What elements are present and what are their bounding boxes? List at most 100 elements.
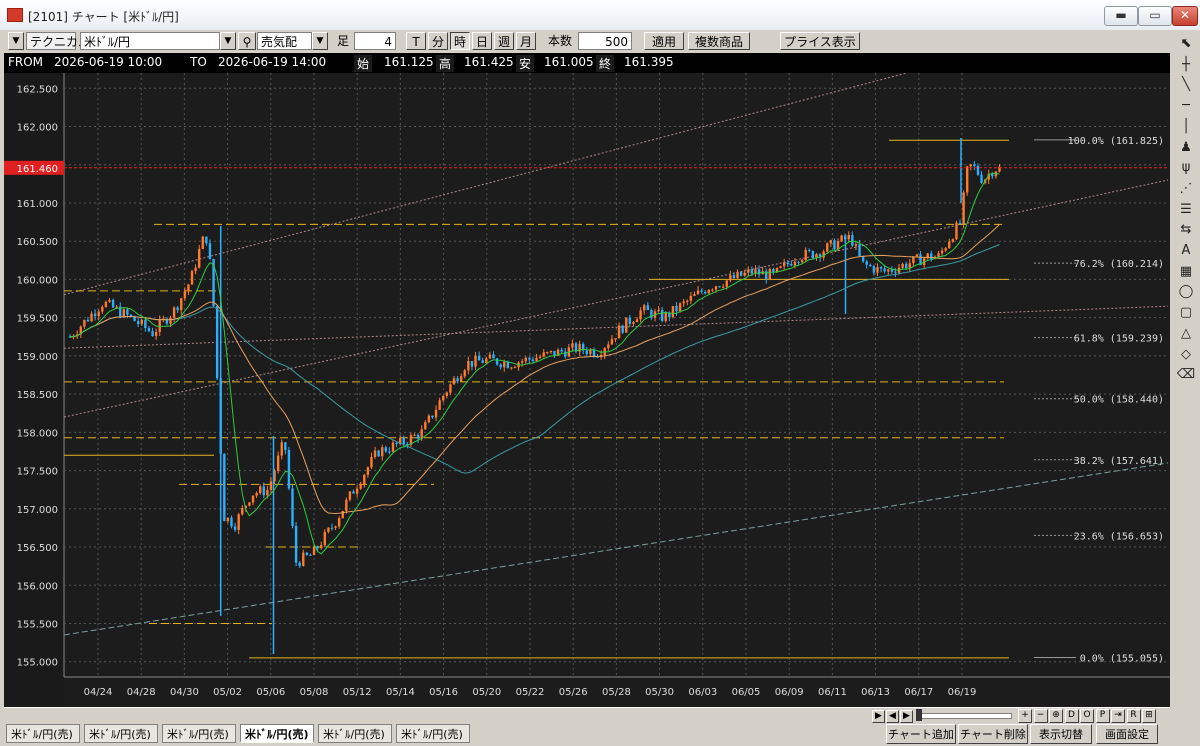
candle-body bbox=[276, 455, 280, 471]
symbol-select[interactable]: 米ﾄﾞﾙ/円 bbox=[80, 32, 220, 50]
candle-body bbox=[197, 248, 201, 268]
apply-button[interactable]: 適用 bbox=[644, 32, 684, 50]
fib-label: 0.0% (155.055) bbox=[1080, 654, 1164, 665]
hline-icon[interactable]: ─ bbox=[1175, 96, 1197, 116]
period-minute-button[interactable]: 分 bbox=[428, 32, 448, 50]
scroll-left-icon[interactable]: ◀ bbox=[886, 710, 899, 723]
candle-body bbox=[876, 266, 879, 273]
from-value: 2026-06-19 10:00 bbox=[54, 55, 163, 69]
channel-icon[interactable]: ☰ bbox=[1175, 200, 1197, 220]
period-hour-button[interactable]: 時 bbox=[450, 32, 470, 50]
d-icon[interactable]: D bbox=[1064, 709, 1079, 723]
chart-tab-2[interactable]: 米ﾄﾞﾙ/円(売) bbox=[84, 724, 158, 743]
drawing-tools-sidebar: ⬉ ┼ ╲ ─ │ ♟ ψ ⋰ ☰ ⇆ A ▦ ◯ ▢ △ ◇ ⌫ bbox=[1172, 30, 1200, 710]
candle-body bbox=[564, 351, 567, 357]
triangle-icon[interactable]: △ bbox=[1175, 324, 1197, 344]
candle-body bbox=[546, 352, 549, 354]
count-input[interactable]: 500 bbox=[578, 32, 632, 50]
candle-body bbox=[904, 263, 908, 269]
ellipse-icon[interactable]: ◯ bbox=[1175, 282, 1197, 302]
candle-body bbox=[542, 352, 545, 357]
zoom-in-icon[interactable]: + bbox=[1018, 709, 1032, 723]
x-tick-label: 05/30 bbox=[645, 687, 674, 698]
multi-product-button[interactable]: 複数商品 bbox=[688, 32, 750, 50]
candle-body bbox=[129, 314, 133, 317]
search-icon[interactable]: ⚲ bbox=[238, 32, 256, 50]
menu-dropdown-arrow[interactable]: ▼ bbox=[8, 32, 24, 50]
candle-body bbox=[463, 370, 466, 377]
period-t-button[interactable]: T bbox=[406, 32, 426, 50]
candle-body bbox=[474, 355, 477, 367]
r-icon[interactable]: R bbox=[1126, 709, 1141, 723]
rect-icon[interactable]: ▢ bbox=[1175, 303, 1197, 323]
period-icon[interactable]: ⇆ bbox=[1175, 220, 1197, 240]
delete-chart-button[interactable]: チャート削除 bbox=[958, 724, 1028, 744]
price-display-button[interactable]: プライス表示 bbox=[780, 32, 860, 50]
symbol-dropdown-arrow[interactable]: ▼ bbox=[220, 32, 236, 50]
grid-icon[interactable]: ▦ bbox=[1175, 262, 1197, 282]
o-icon[interactable]: O bbox=[1080, 709, 1094, 723]
candle-body bbox=[826, 243, 829, 252]
scroll-right-icon[interactable]: ▶ bbox=[900, 710, 913, 723]
mode-label[interactable]: テクニカル bbox=[26, 32, 90, 50]
trendline-icon[interactable]: ╲ bbox=[1175, 75, 1197, 95]
add-chart-button[interactable]: チャート追加 bbox=[886, 724, 956, 744]
scroll-track[interactable] bbox=[916, 713, 1012, 719]
candle-body bbox=[707, 289, 711, 294]
minimize-button[interactable]: ▬ bbox=[1104, 6, 1138, 26]
close-button[interactable]: ✕ bbox=[1172, 6, 1198, 26]
fan-icon[interactable]: ψ bbox=[1175, 158, 1197, 178]
side-dropdown-arrow[interactable]: ▼ bbox=[312, 32, 328, 50]
ashi-input[interactable]: 4 bbox=[354, 32, 396, 50]
pointer-icon[interactable]: ⬉ bbox=[1175, 34, 1197, 54]
x-tick-label: 05/14 bbox=[386, 687, 415, 698]
candle-body bbox=[201, 236, 204, 249]
layout-icon[interactable]: ⊞ bbox=[1142, 709, 1156, 723]
chart-tab-4[interactable]: 米ﾄﾞﾙ/円(売) bbox=[240, 724, 314, 743]
candle-body bbox=[639, 310, 642, 320]
candle-body bbox=[833, 240, 836, 250]
candle-body bbox=[693, 294, 696, 296]
eraser-all-icon[interactable]: ⌫ bbox=[1175, 365, 1197, 385]
candle-body bbox=[136, 321, 140, 325]
candle-body bbox=[729, 275, 732, 281]
candle-body bbox=[467, 361, 470, 371]
zoom-icon[interactable]: ⊕ bbox=[1049, 709, 1063, 723]
side-select[interactable]: 売気配 bbox=[257, 32, 312, 50]
candle-body bbox=[930, 253, 933, 260]
chart-tab-5[interactable]: 米ﾄﾞﾙ/円(売) bbox=[318, 724, 392, 743]
candle-body bbox=[890, 269, 894, 272]
candle-body bbox=[966, 166, 969, 193]
maximize-button[interactable]: ▭ bbox=[1138, 6, 1172, 26]
fib-label: 61.8% (159.239) bbox=[1074, 334, 1164, 345]
candle-body bbox=[969, 164, 972, 167]
candle-body bbox=[671, 305, 675, 318]
jump-end-icon[interactable]: ⇥ bbox=[1111, 709, 1125, 723]
crosshair-icon[interactable]: ┼ bbox=[1175, 55, 1197, 75]
period-week-button[interactable]: 週 bbox=[494, 32, 514, 50]
eraser-icon[interactable]: ◇ bbox=[1175, 345, 1197, 365]
candle-body bbox=[427, 415, 431, 423]
fib-icon[interactable]: ♟ bbox=[1175, 138, 1197, 158]
text-icon[interactable]: A bbox=[1175, 241, 1197, 261]
candle-body bbox=[503, 362, 506, 368]
period-day-button[interactable]: 日 bbox=[472, 32, 492, 50]
scroll-thumb[interactable] bbox=[916, 709, 922, 721]
price-chart[interactable]: 162.500162.000161.500161.000160.500160.0… bbox=[4, 73, 1170, 707]
candle-body bbox=[718, 286, 721, 288]
switch-view-button[interactable]: 表示切替 bbox=[1030, 724, 1092, 744]
arc-icon[interactable]: ⋰ bbox=[1175, 179, 1197, 199]
scroll-end-icon[interactable]: ▶ bbox=[872, 710, 885, 723]
candle-body bbox=[506, 362, 510, 369]
chart-tab-1[interactable]: 米ﾄﾞﾙ/円(売) bbox=[6, 724, 80, 743]
screen-settings-button[interactable]: 画面設定 bbox=[1096, 724, 1158, 744]
chart-tab-3[interactable]: 米ﾄﾞﾙ/円(売) bbox=[162, 724, 236, 743]
vline-icon[interactable]: │ bbox=[1175, 117, 1197, 137]
current-price-label: 161.460 bbox=[17, 164, 58, 175]
candle-body bbox=[90, 313, 93, 322]
chart-tab-6[interactable]: 米ﾄﾞﾙ/円(売) bbox=[396, 724, 470, 743]
period-month-button[interactable]: 月 bbox=[516, 32, 536, 50]
zoom-out-icon[interactable]: − bbox=[1033, 709, 1048, 723]
candle-body bbox=[488, 354, 492, 359]
p-icon[interactable]: P bbox=[1095, 709, 1110, 723]
